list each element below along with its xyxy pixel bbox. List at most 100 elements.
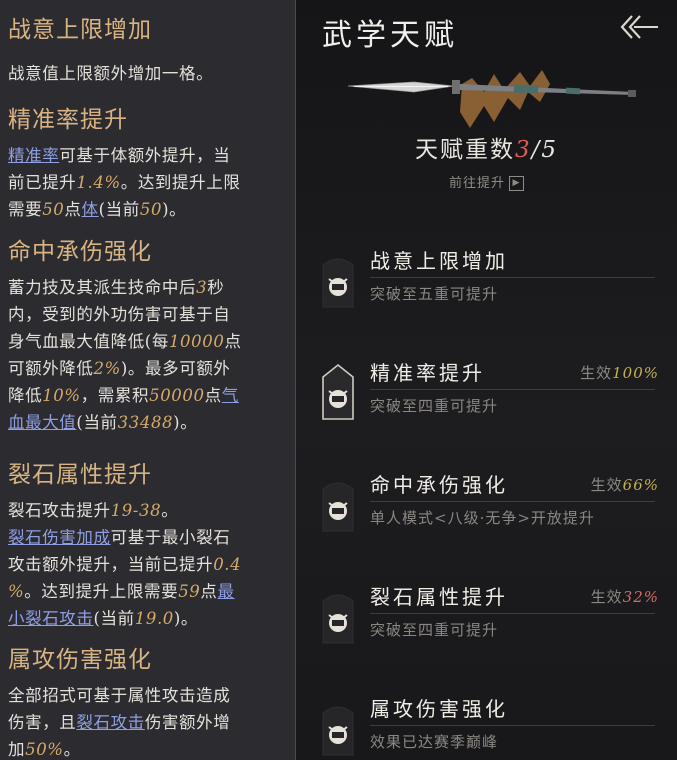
- section-text: 点: [200, 582, 218, 601]
- talent-name: 命中承伤强化: [370, 473, 508, 497]
- section-text: 身气血最大值降低(每: [8, 332, 169, 351]
- stat-value: 50000: [149, 386, 205, 405]
- stat-link[interactable]: 体: [82, 200, 99, 219]
- section-text: )。最多可额外: [120, 359, 231, 378]
- talent-desc: 突破至四重可提升: [370, 397, 499, 415]
- divider: [370, 277, 655, 278]
- section-text: 攻击额外提升，当前已提升: [8, 555, 214, 574]
- talent-row[interactable]: 裂石属性提升 生效32% 突破至四重可提升: [296, 581, 677, 671]
- talent-level-label: 天赋重数: [414, 137, 515, 163]
- talent-desc: 效果已达赛季巅峰: [370, 733, 499, 751]
- section-body: 蓄力技及其派生技命中后3秒 内，受到的外功伤害可基于自 身气血最大值降低(每10…: [8, 274, 292, 436]
- talent-row[interactable]: 属攻伤害强化效果已达赛季巅峰: [296, 693, 677, 760]
- talent-effect-label: 生效: [590, 476, 623, 494]
- divider: [370, 725, 655, 726]
- section-text: 。: [161, 501, 179, 520]
- fist-emblem-icon: [320, 699, 356, 757]
- section-text: 可基于最小裂石: [110, 528, 231, 547]
- section-body: 精准率可基于体额外提升，当 前已提升1.4%。达到提升上限 需要50点体(当前5…: [8, 142, 292, 223]
- goto-upgrade-label: 前往提升: [448, 176, 505, 191]
- section-text: 。达到提升上限需要: [24, 582, 179, 601]
- stat-value: 3: [196, 278, 208, 297]
- stat-link[interactable]: 血最大值: [8, 413, 76, 432]
- section-body: 裂石攻击提升19-38。 裂石伤害加成可基于最小裂石 攻击额外提升，当前已提升0…: [8, 497, 292, 632]
- talent-row[interactable]: 战意上限增加突破至五重可提升: [296, 245, 677, 335]
- stat-link[interactable]: 最: [218, 582, 235, 601]
- divider: [370, 613, 655, 614]
- fist-emblem-icon: [320, 475, 356, 533]
- section-title: 精准率提升: [8, 107, 128, 133]
- talent-level-separator: /: [531, 137, 542, 163]
- stat-link[interactable]: 小裂石攻击: [8, 609, 94, 628]
- section-title: 战意上限增加: [8, 17, 152, 43]
- talent-detail-panel: 战意上限增加 战意值上限额外增加一格。 精准率提升 精准率可基于体额外提升，当 …: [0, 0, 296, 760]
- section-text: 蓄力技及其派生技命中后: [8, 278, 197, 297]
- stat-value: 50%: [25, 740, 64, 759]
- arrow-right-box-icon: ▶: [509, 176, 524, 191]
- stat-link[interactable]: 精准率: [8, 146, 59, 165]
- section-text: 战意值上限额外增加一格。: [8, 64, 214, 83]
- stat-value: 19-38: [110, 501, 162, 520]
- talent-desc: 突破至五重可提升: [370, 285, 499, 303]
- talent-effect-pct: 100%: [612, 364, 659, 382]
- section-text: )。: [162, 200, 187, 219]
- section-text: 裂石攻击提升: [8, 501, 111, 520]
- section-text: 全部招式可基于属性攻击造成: [8, 686, 231, 705]
- section-text: 点: [64, 200, 82, 219]
- talent-effect-label: 生效: [590, 588, 623, 606]
- talent-name: 属攻伤害强化: [370, 697, 508, 721]
- stat-value: %: [8, 582, 25, 601]
- section-body: 全部招式可基于属性攻击造成 伤害，且裂石攻击伤害额外增 加50%。: [8, 682, 292, 760]
- section-title: 属攻伤害强化: [8, 647, 152, 673]
- section-title: 命中承伤强化: [8, 239, 152, 265]
- section-text: (当前: [93, 609, 135, 628]
- divider: [370, 389, 655, 390]
- section-text: 前已提升: [8, 173, 77, 192]
- section-text: 点: [204, 386, 222, 405]
- fist-emblem-icon: [320, 251, 356, 309]
- stat-value: 2%: [93, 359, 121, 378]
- section-text: 。: [63, 740, 81, 759]
- stat-link[interactable]: 裂石伤害加成: [8, 528, 111, 547]
- talent-name: 战意上限增加: [370, 249, 508, 273]
- stat-value: 0.4: [213, 555, 242, 574]
- talent-name: 裂石属性提升: [370, 585, 508, 609]
- talent-effect: 生效66%: [591, 474, 659, 495]
- section-text: 点: [224, 332, 242, 351]
- section-text: 伤害，且: [8, 713, 77, 732]
- talent-effect: 生效100%: [580, 362, 659, 383]
- martial-talent-panel: 武学天赋 天赋重数3/5 前往提升 ▶ 战意上限增加 突破至五重可提升 精准率提…: [296, 0, 677, 760]
- talent-name: 精准率提升: [370, 361, 485, 385]
- section-text: (当前: [98, 200, 140, 219]
- stat-link[interactable]: 裂石攻击: [76, 713, 144, 732]
- section-text: 。达到提升上限: [120, 173, 241, 192]
- back-arrow-icon[interactable]: [618, 12, 660, 42]
- talent-effect-label: 生效: [580, 364, 613, 382]
- goto-upgrade-button[interactable]: 前往提升 ▶: [296, 172, 677, 191]
- section-text: 内，受到的外功伤害可基于自: [8, 305, 231, 324]
- section-text: 可额外降低: [8, 359, 94, 378]
- section-text: (当前: [76, 413, 118, 432]
- fist-emblem-icon: [320, 587, 356, 645]
- divider: [370, 501, 655, 502]
- talent-level-current: 3: [514, 137, 532, 163]
- talent-level: 天赋重数3/5: [296, 130, 677, 164]
- stat-value: 10000: [168, 332, 225, 351]
- section-body: 战意值上限额外增加一格。: [8, 60, 292, 87]
- talent-effect-pct: 32%: [622, 588, 659, 606]
- stat-value: 59: [178, 582, 201, 601]
- section-text: )。: [173, 609, 199, 628]
- stat-value: 10%: [42, 386, 81, 405]
- section-text: 可基于体额外提升，当: [59, 146, 231, 165]
- talent-level-max: 5: [541, 137, 559, 163]
- stat-value: 33488: [117, 413, 174, 432]
- fist-emblem-icon: [320, 363, 356, 421]
- talent-row[interactable]: 精准率提升 生效100% 突破至四重可提升: [296, 357, 677, 447]
- section-text: 需要: [8, 200, 43, 219]
- section-title: 裂石属性提升: [8, 462, 152, 488]
- talent-effect: 生效32%: [591, 586, 659, 607]
- stat-value: 50: [139, 200, 163, 219]
- talent-row[interactable]: 命中承伤强化 生效66% 单人模式<八级·无争>开放提升: [296, 469, 677, 559]
- stat-link[interactable]: 气: [222, 386, 239, 405]
- section-text: 秒: [207, 278, 225, 297]
